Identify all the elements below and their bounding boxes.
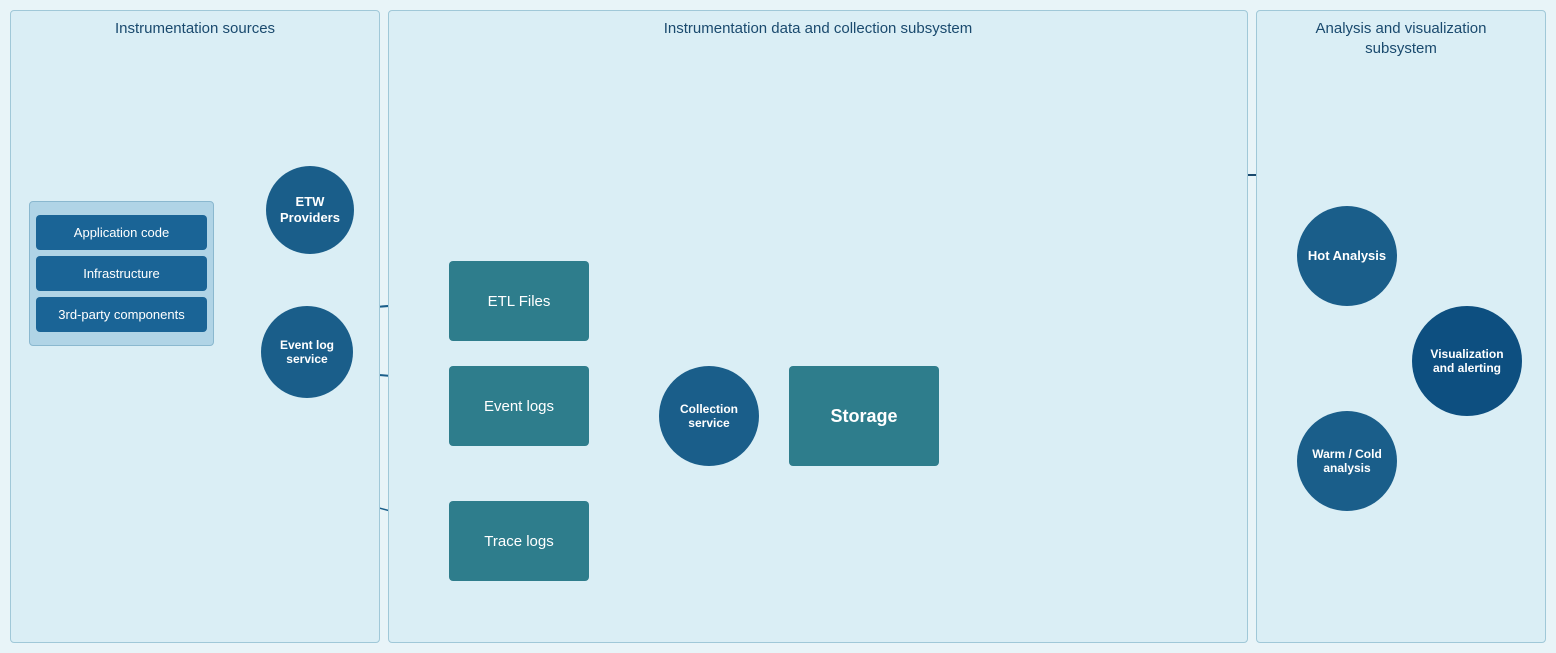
circle-warm-cold: Warm / Cold analysis [1297,411,1397,511]
eventlog-label: Event logservice [280,338,334,367]
box-etl-files: ETL Files [449,261,589,341]
circle-event-log-service: Event logservice [261,306,353,398]
circle-collection-service: Collectionservice [659,366,759,466]
etw-label: ETWProviders [280,194,340,225]
circle-etw-providers: ETWProviders [266,166,354,254]
source-3rdparty: 3rd-party components [36,297,207,332]
section-datacollection-title: Instrumentation data and collection subs… [397,19,1239,39]
box-storage: Storage [789,366,939,466]
warm-cold-label: Warm / Cold analysis [1312,447,1382,476]
box-event-logs: Event logs [449,366,589,446]
source-application-code: Application code [36,215,207,250]
section-sources-title: Instrumentation sources [19,19,371,39]
section-data-collection: Instrumentation data and collection subs… [388,10,1248,643]
section-instrumentation-sources: Instrumentation sources Application code… [10,10,380,643]
circle-visualization: Visualization and alerting [1412,306,1522,416]
diagram-container: Counters Events Logs Hot analysis path [0,0,1556,653]
circle-hot-analysis: Hot Analysis [1297,206,1397,306]
hot-analysis-label: Hot Analysis [1308,248,1386,264]
viz-label: Visualization and alerting [1430,347,1503,376]
section-analysis-title: Analysis and visualizationsubsystem [1265,19,1537,58]
source-group: Application code Infrastructure 3rd-part… [29,201,214,346]
source-infrastructure: Infrastructure [36,256,207,291]
collection-label: Collectionservice [680,402,738,431]
box-trace-logs: Trace logs [449,501,589,581]
section-analysis: Analysis and visualizationsubsystem Hot … [1256,10,1546,643]
